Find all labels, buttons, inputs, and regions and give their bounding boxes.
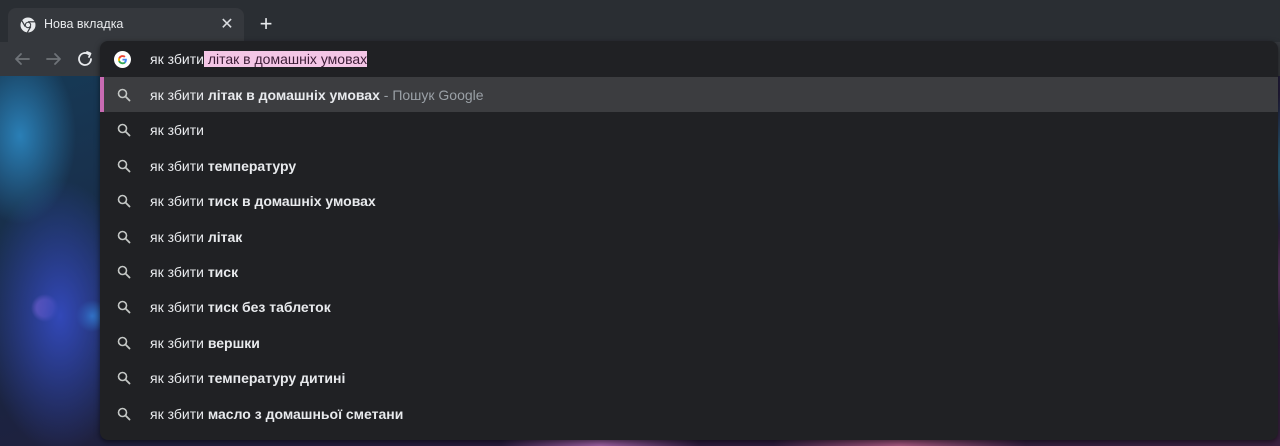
suggestion-item[interactable]: як збити масло з домашньої сметани <box>100 396 1278 431</box>
suggestion-prefix: як збити <box>150 157 204 174</box>
reload-icon <box>78 51 92 66</box>
search-icon <box>117 265 131 279</box>
suggestion-source: - Пошук Google <box>379 87 484 103</box>
suggestion-item[interactable]: як збити літак <box>100 219 1278 254</box>
forward-button[interactable] <box>42 47 66 71</box>
suggestion-text: як збити вершки <box>150 335 260 351</box>
suggestion-prefix: як збити <box>150 299 204 316</box>
tab-close-icon[interactable]: ✕ <box>218 16 236 34</box>
suggestion-text: як збити тиск <box>150 264 238 280</box>
suggestion-completion: літак в домашніх умовах <box>203 87 380 103</box>
google-icon <box>114 51 131 68</box>
suggestion-prefix: як збити <box>150 228 204 245</box>
back-button[interactable] <box>10 47 34 71</box>
chrome-icon <box>20 17 36 33</box>
arrow-left-icon <box>15 53 30 65</box>
suggestion-item[interactable]: як збити температуру дитині <box>100 360 1278 395</box>
suggestion-item[interactable]: як збити літак в домашніх умовах - Пошук… <box>100 77 1278 113</box>
suggestion-text: як збити <box>150 122 204 138</box>
search-icon <box>117 336 131 350</box>
suggestion-text: як збити літак <box>150 229 242 245</box>
suggestion-completion: температуру <box>203 157 297 174</box>
typed-query: як збити <box>150 51 204 67</box>
suggestion-item[interactable]: як збити тиск без таблеток <box>100 289 1278 324</box>
suggestion-prefix: як збити <box>150 334 204 351</box>
suggestion-completion: температуру дитині <box>203 370 346 387</box>
suggestion-text: як збити тиск без таблеток <box>150 299 331 315</box>
suggestion-item[interactable]: як збити <box>100 112 1278 147</box>
inline-autocomplete: літак в домашніх умовах <box>203 51 368 67</box>
arrow-right-icon <box>46 53 61 65</box>
suggestion-item[interactable]: як збити температуру <box>100 148 1278 183</box>
tab-title: Нова вкладка <box>44 17 124 31</box>
tab-strip: Нова вкладка ✕ + <box>0 0 1280 42</box>
suggestion-completion: вершки <box>203 334 260 351</box>
suggestion-text: як збити масло з домашньої сметани <box>150 406 403 422</box>
suggestion-prefix: як збити <box>150 405 204 422</box>
address-bar-text: як збити літак в домашніх умовах <box>150 51 368 67</box>
suggestion-prefix: як збити <box>150 263 204 280</box>
suggestion-completion: тиск без таблеток <box>203 299 331 316</box>
suggestion-item[interactable]: як збити тиск в домашніх умовах <box>100 183 1278 218</box>
suggestion-prefix: як збити <box>150 87 204 103</box>
suggestion-list: як збити літак в домашніх умовах - Пошук… <box>100 77 1278 431</box>
suggestion-text: як збити тиск в домашніх умовах <box>150 193 376 209</box>
suggestion-prefix: як збити <box>150 122 204 139</box>
search-icon <box>117 124 131 137</box>
suggestion-completion: тиск в домашніх умовах <box>203 193 376 210</box>
tab-new-tab[interactable]: Нова вкладка ✕ <box>8 8 244 42</box>
suggestion-prefix: як збити <box>150 370 204 387</box>
suggestion-item[interactable]: як збити вершки <box>100 325 1278 360</box>
reload-button[interactable] <box>73 47 97 71</box>
suggestion-completion: літак <box>203 228 243 245</box>
search-icon <box>117 194 131 208</box>
suggestion-text: як збити літак в домашніх умовах - Пошук… <box>150 87 484 103</box>
suggestion-text: як збити температуру дитині <box>150 370 345 386</box>
suggestion-completion: тиск <box>203 263 239 280</box>
search-icon <box>117 371 131 385</box>
search-icon <box>117 159 131 173</box>
omnibox-dropdown: як збити літак в домашніх умовах як збит… <box>100 41 1278 440</box>
suggestion-completion: масло з домашньої сметани <box>203 405 404 422</box>
search-icon <box>117 407 131 420</box>
suggestion-item[interactable]: як збити тиск <box>100 254 1278 289</box>
suggestion-prefix: як збити <box>150 193 204 210</box>
search-icon <box>117 301 131 314</box>
search-icon <box>117 230 131 243</box>
search-icon <box>117 88 131 102</box>
address-bar[interactable]: як збити літак в домашніх умовах <box>100 41 1278 77</box>
new-tab-button[interactable]: + <box>254 12 278 36</box>
suggestion-text: як збити температуру <box>150 158 296 174</box>
